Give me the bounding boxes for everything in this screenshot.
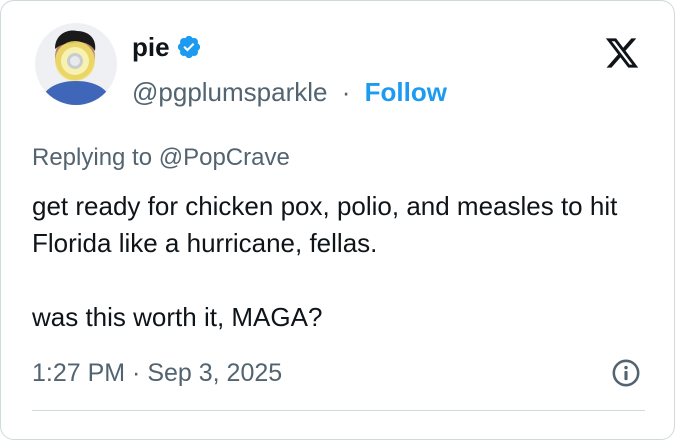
- author-display-name[interactable]: pie: [132, 31, 170, 63]
- divider: [32, 410, 645, 411]
- avatar-image: [35, 23, 117, 105]
- author-handle-row: @pgplumsparkle · Follow: [132, 76, 447, 108]
- info-icon[interactable]: [609, 356, 643, 390]
- avatar[interactable]: [35, 23, 117, 105]
- tweet-card[interactable]: pie @pgplumsparkle · Follow Replying to …: [0, 0, 675, 440]
- x-logo-icon[interactable]: [603, 35, 641, 71]
- follow-button[interactable]: Follow: [365, 77, 447, 107]
- tweet-paragraph-1: get ready for chicken pox, polio, and me…: [32, 191, 618, 258]
- verified-badge-icon: [177, 35, 200, 59]
- replying-to-label[interactable]: Replying to @PopCrave: [32, 142, 290, 174]
- separator-dot: ·: [341, 77, 351, 107]
- author-name-row: pie: [132, 31, 202, 63]
- tweet-paragraph-2: was this worth it, MAGA?: [32, 302, 323, 332]
- tweet-text: get ready for chicken pox, polio, and me…: [32, 188, 662, 336]
- tweet-timestamp[interactable]: 1:27 PM · Sep 3, 2025: [32, 357, 282, 389]
- author-handle[interactable]: @pgplumsparkle: [132, 77, 327, 107]
